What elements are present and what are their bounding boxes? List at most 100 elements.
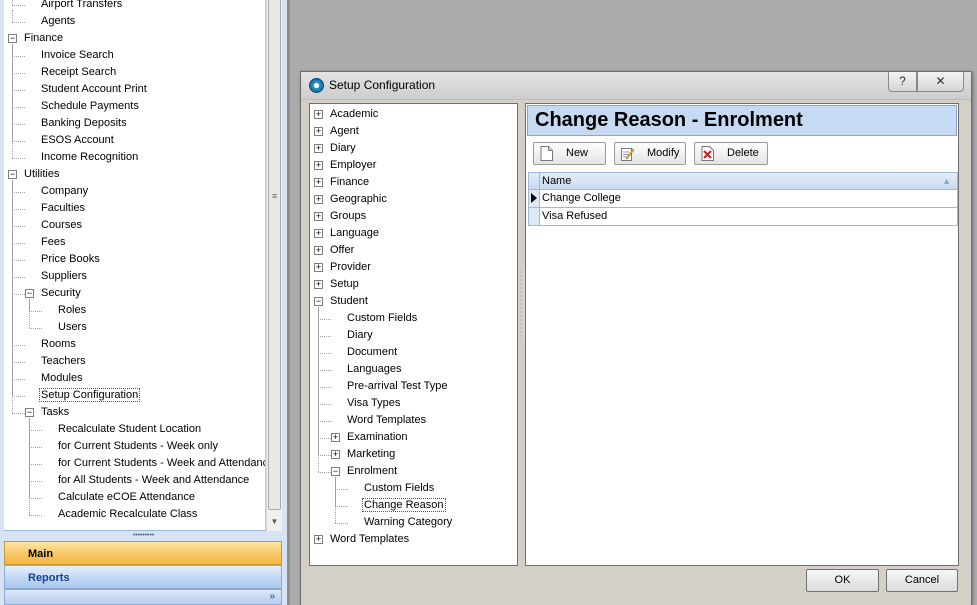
help-button[interactable]: ? bbox=[888, 72, 917, 92]
tree-node[interactable]: ESOS Account bbox=[39, 132, 116, 149]
expand-icon[interactable]: + bbox=[314, 263, 323, 272]
expand-icon[interactable]: + bbox=[314, 280, 323, 289]
nav-button-main[interactable]: Main bbox=[4, 541, 282, 565]
cancel-button[interactable]: Cancel bbox=[886, 569, 958, 592]
tree-node[interactable]: Receipt Search bbox=[39, 64, 118, 81]
tree-node[interactable]: Diary bbox=[345, 327, 375, 344]
expand-icon[interactable]: + bbox=[314, 110, 323, 119]
tree-node[interactable]: Word Templates bbox=[345, 412, 428, 429]
tree-node[interactable]: Teachers bbox=[39, 353, 88, 370]
tree-node[interactable]: Utilities bbox=[22, 166, 61, 183]
tree-node[interactable]: Airport Transfers bbox=[39, 0, 124, 13]
tree-node[interactable]: Word Templates bbox=[328, 531, 411, 548]
tree-node[interactable]: Rooms bbox=[39, 336, 78, 353]
tree-node[interactable]: Company bbox=[39, 183, 90, 200]
tree-node[interactable]: Examination bbox=[345, 429, 410, 446]
tree-node[interactable]: Offer bbox=[328, 242, 356, 259]
tree-node[interactable]: Diary bbox=[328, 140, 358, 157]
tree-node[interactable]: Invoice Search bbox=[39, 47, 116, 64]
tree-node[interactable]: Visa Types bbox=[345, 395, 402, 412]
tree-node[interactable]: for All Students - Week and Attendance bbox=[56, 472, 251, 489]
tree-node[interactable]: Finance bbox=[328, 174, 371, 191]
close-button[interactable]: ✕ bbox=[917, 72, 964, 92]
table-row[interactable]: Change College bbox=[528, 190, 958, 208]
new-button[interactable]: New bbox=[533, 142, 606, 165]
tree-node[interactable]: Calculate eCOE Attendance bbox=[56, 489, 197, 506]
expand-icon[interactable]: + bbox=[331, 433, 340, 442]
dialog-titlebar[interactable]: Setup Configuration ? ✕ bbox=[301, 72, 971, 100]
tree-node[interactable]: Employer bbox=[328, 157, 378, 174]
tree-node[interactable]: Academic bbox=[328, 106, 380, 123]
tree-node[interactable]: Student bbox=[328, 293, 370, 310]
tree-node[interactable]: Groups bbox=[328, 208, 368, 225]
expand-icon[interactable]: + bbox=[314, 178, 323, 187]
expand-icon[interactable]: + bbox=[314, 535, 323, 544]
table-row[interactable]: Visa Refused bbox=[528, 208, 958, 226]
tree-node[interactable]: for Current Students - Week and Attendan… bbox=[56, 455, 265, 472]
tree-node[interactable]: Warning Category bbox=[362, 514, 454, 531]
tree-node[interactable]: Custom Fields bbox=[362, 480, 436, 497]
nav-overflow-bar[interactable]: » bbox=[4, 589, 282, 605]
tree-node[interactable]: for Current Students - Week only bbox=[56, 438, 220, 455]
chevron-double-right-icon[interactable]: » bbox=[269, 590, 275, 604]
ok-button[interactable]: OK bbox=[806, 569, 879, 592]
tree-node[interactable]: Geographic bbox=[328, 191, 389, 208]
collapse-icon[interactable]: − bbox=[8, 170, 17, 179]
tree-node[interactable]: Schedule Payments bbox=[39, 98, 141, 115]
delete-button[interactable]: Delete bbox=[694, 142, 768, 165]
tree-node[interactable]: Tasks bbox=[39, 404, 71, 421]
collapse-icon[interactable]: − bbox=[25, 408, 34, 417]
expand-icon[interactable]: + bbox=[314, 246, 323, 255]
tree-node[interactable]: Setup Configuration bbox=[39, 387, 141, 404]
collapse-icon[interactable]: − bbox=[331, 467, 340, 476]
expand-icon[interactable]: + bbox=[331, 450, 340, 459]
tree-node[interactable]: Document bbox=[345, 344, 399, 361]
expand-icon[interactable]: + bbox=[314, 144, 323, 153]
tree-node[interactable]: Agent bbox=[328, 123, 361, 140]
tree-node[interactable]: Language bbox=[328, 225, 381, 242]
tree-node[interactable]: Academic Recalculate Class bbox=[56, 506, 199, 523]
configuration-tree[interactable]: Academic + Agent + Diary + Employer + Finance + Ge… bbox=[309, 103, 518, 566]
tree-node[interactable]: Courses bbox=[39, 217, 84, 234]
collapse-icon[interactable]: − bbox=[314, 297, 323, 306]
panel-splitter[interactable]: :::::::::::::::::: bbox=[518, 266, 524, 362]
expand-icon[interactable]: + bbox=[314, 161, 323, 170]
navigation-tree-scrollbar[interactable]: ≡ ▼ bbox=[266, 0, 282, 531]
scrollbar-thumb[interactable]: ≡ bbox=[268, 0, 281, 510]
tree-node[interactable]: Price Books bbox=[39, 251, 102, 268]
row-selector[interactable] bbox=[529, 190, 540, 207]
tree-node[interactable]: Banking Deposits bbox=[39, 115, 129, 132]
expand-icon[interactable]: + bbox=[314, 212, 323, 221]
expand-icon[interactable]: + bbox=[314, 195, 323, 204]
tree-node[interactable]: Marketing bbox=[345, 446, 397, 463]
sort-ascending-icon[interactable]: ▲ bbox=[942, 174, 951, 188]
row-selector[interactable] bbox=[529, 208, 540, 225]
nav-button-reports[interactable]: Reports bbox=[4, 565, 282, 589]
tree-node[interactable]: Setup bbox=[328, 276, 361, 293]
tree-node[interactable]: Languages bbox=[345, 361, 403, 378]
expand-icon[interactable]: + bbox=[314, 229, 323, 238]
tree-node[interactable]: Fees bbox=[39, 234, 67, 251]
tree-node[interactable]: Finance bbox=[22, 30, 65, 47]
tree-node[interactable]: Security bbox=[39, 285, 83, 302]
tree-node[interactable]: Income Recognition bbox=[39, 149, 140, 166]
column-header-name[interactable]: Name bbox=[542, 173, 571, 189]
tree-node[interactable]: Provider bbox=[328, 259, 373, 276]
tree-node[interactable]: Change Reason bbox=[362, 497, 446, 514]
navigation-tree[interactable]: Airport Transfers Agents Finance − Invoice S… bbox=[4, 0, 266, 531]
data-grid[interactable]: Name ▲ Change College Visa Refused bbox=[528, 172, 958, 564]
collapse-icon[interactable]: − bbox=[8, 34, 17, 43]
scroll-down-arrow-icon[interactable]: ▼ bbox=[268, 515, 281, 529]
modify-button[interactable]: Modify bbox=[614, 142, 686, 165]
panel-splitter[interactable]: • • • • • • • • • bbox=[4, 532, 282, 541]
collapse-icon[interactable]: − bbox=[25, 289, 34, 298]
tree-node[interactable]: Roles bbox=[56, 302, 88, 319]
tree-node[interactable]: Recalculate Student Location bbox=[56, 421, 203, 438]
expand-icon[interactable]: + bbox=[314, 127, 323, 136]
tree-node[interactable]: Pre-arrival Test Type bbox=[345, 378, 449, 395]
tree-node[interactable]: Custom Fields bbox=[345, 310, 419, 327]
tree-node[interactable]: Modules bbox=[39, 370, 85, 387]
tree-node[interactable]: Faculties bbox=[39, 200, 87, 217]
tree-node[interactable]: Enrolment bbox=[345, 463, 399, 480]
tree-node[interactable]: Student Account Print bbox=[39, 81, 149, 98]
